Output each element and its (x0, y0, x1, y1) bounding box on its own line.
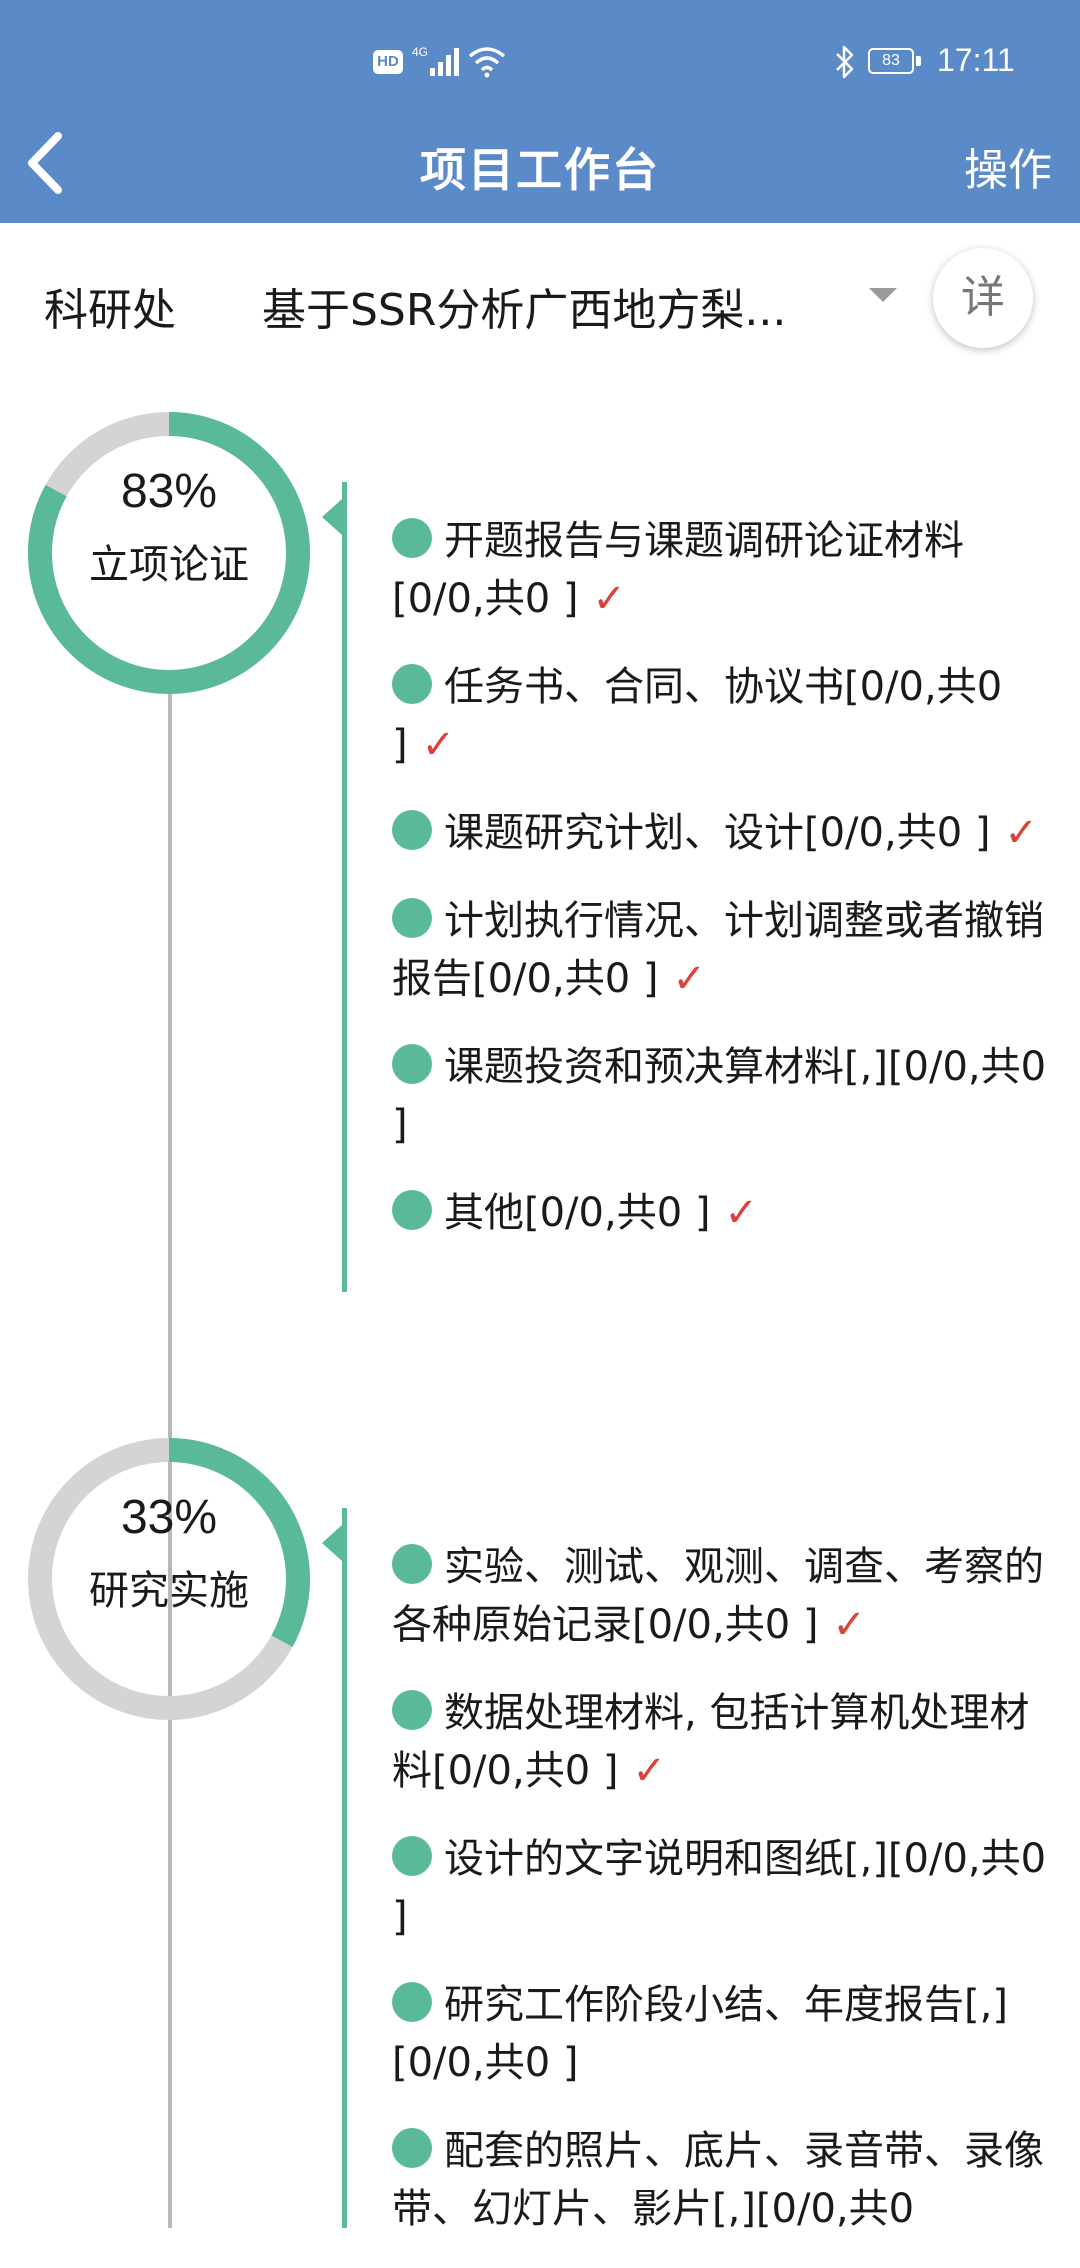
department-label: 科研处 (44, 285, 176, 336)
dropdown-arrow-icon[interactable] (869, 288, 897, 302)
project-select[interactable]: 基于SSR分析广西地方梨... (262, 274, 822, 338)
status-dot-icon (392, 1836, 432, 1876)
status-dot-icon (392, 1982, 432, 2022)
document-item[interactable]: 配套的照片、底片、录音带、录像带、幻灯片、影片[,][0/0,共0 (392, 2122, 1052, 2238)
bluetooth-icon (834, 44, 856, 80)
status-dot-icon (392, 1044, 432, 1084)
cellular-signal-icon: 4G (412, 44, 460, 78)
check-icon: ✓ (724, 1190, 758, 1236)
document-item-text: 研究工作阶段小结、年度报告[,][0/0,共0 ] (392, 1982, 1008, 2086)
stage-research-implementation: 33% 研究实施 实验、测试、观测、调查、考察的各种原始记录[0/0,共0 ] ✓… (0, 1438, 1080, 2232)
document-item[interactable]: 计划执行情况、计划调整或者撤销报告[0/0,共0 ] ✓ (392, 892, 1052, 1008)
progress-percent: 33% (120, 1491, 218, 1544)
check-icon: ✓ (832, 1602, 866, 1648)
document-item[interactable]: 任务书、合同、协议书[0/0,共0 ] ✓ (392, 658, 1052, 774)
pointer-arrow-icon (322, 499, 342, 535)
stage-project-approval: 83% 立项论证 开题报告与课题调研论证材料[0/0,共0 ] ✓ 任务书、合同、… (0, 412, 1080, 1312)
stage-label: 研究实施 (89, 1568, 249, 1614)
status-dot-icon (392, 1690, 432, 1730)
progress-percent: 83% (120, 465, 218, 518)
status-bar: HD 4G 83 17:11 (0, 0, 1080, 120)
network-type-label: 4G (412, 45, 428, 59)
document-item-text: 配套的照片、底片、录音带、录像带、幻灯片、影片[,][0/0,共0 (392, 2128, 1044, 2232)
check-icon: ✓ (421, 722, 456, 768)
status-dot-icon (392, 810, 432, 850)
document-item-text: 开题报告与课题调研论证材料[0/0,共0 ] (392, 518, 964, 622)
document-item-text: 其他[0/0,共0 ] (444, 1190, 711, 1236)
wifi-icon (468, 44, 506, 78)
document-list: 实验、测试、观测、调查、考察的各种原始记录[0/0,共0 ] ✓ 数据处理材料, … (392, 1538, 1052, 2268)
action-button[interactable]: 操作 (964, 134, 1052, 198)
document-item-text: 任务书、合同、协议书[0/0,共0 ] (392, 664, 1003, 768)
document-list: 开题报告与课题调研论证材料[0/0,共0 ] ✓ 任务书、合同、协议书[0/0,共… (392, 512, 1052, 1272)
document-item-text: 实验、测试、观测、调查、考察的各种原始记录[0/0,共0 ] (392, 1544, 1044, 1648)
battery-level: 83 (868, 48, 914, 74)
status-dot-icon (392, 1190, 432, 1230)
detail-button[interactable]: 详 (933, 248, 1033, 348)
document-item[interactable]: 开题报告与课题调研论证材料[0/0,共0 ] ✓ (392, 512, 1052, 628)
check-icon: ✓ (592, 576, 626, 622)
document-item-text: 课题投资和预决算材料[,][0/0,共0 ] (392, 1044, 1047, 1148)
check-icon: ✓ (672, 956, 706, 1002)
app-header: HD 4G 83 17:11 项目工作台 操作 (0, 0, 1080, 223)
document-item[interactable]: 其他[0/0,共0 ] ✓ (392, 1184, 1052, 1242)
hd-icon: HD (373, 50, 403, 74)
status-dot-icon (392, 898, 432, 938)
document-item-text: 数据处理材料, 包括计算机处理材料[0/0,共0 ] (392, 1690, 1030, 1794)
document-item-text: 计划执行情况、计划调整或者撤销报告[0/0,共0 ] (392, 898, 1044, 1002)
stage-items-bar (342, 482, 347, 1292)
pointer-arrow-icon (322, 1525, 342, 1561)
page-title: 项目工作台 (420, 143, 660, 197)
stage-label: 立项论证 (89, 542, 249, 588)
check-icon: ✓ (632, 1748, 666, 1794)
document-item-text: 课题研究计划、设计[0/0,共0 ] (444, 810, 991, 856)
status-dot-icon (392, 2128, 432, 2168)
document-item[interactable]: 实验、测试、观测、调查、考察的各种原始记录[0/0,共0 ] ✓ (392, 1538, 1052, 1654)
document-item[interactable]: 课题研究计划、设计[0/0,共0 ] ✓ (392, 804, 1052, 862)
battery-icon: 83 (868, 48, 924, 76)
document-item[interactable]: 数据处理材料, 包括计算机处理材料[0/0,共0 ] ✓ (392, 1684, 1052, 1800)
stage-items-bar (342, 1508, 347, 2228)
status-dot-icon (392, 518, 432, 558)
status-dot-icon (392, 664, 432, 704)
document-item-text: 设计的文字说明和图纸[,][0/0,共0 ] (392, 1836, 1047, 1940)
progress-ring: 83% 立项论证 (28, 412, 310, 694)
status-dot-icon (392, 1544, 432, 1584)
document-item[interactable]: 研究工作阶段小结、年度报告[,][0/0,共0 ] (392, 1976, 1052, 2092)
document-item[interactable]: 课题投资和预决算材料[,][0/0,共0 ] (392, 1038, 1052, 1154)
clock: 17:11 (937, 42, 1015, 78)
document-item[interactable]: 设计的文字说明和图纸[,][0/0,共0 ] (392, 1830, 1052, 1946)
progress-ring: 33% 研究实施 (28, 1438, 310, 1720)
check-icon: ✓ (1004, 810, 1038, 856)
